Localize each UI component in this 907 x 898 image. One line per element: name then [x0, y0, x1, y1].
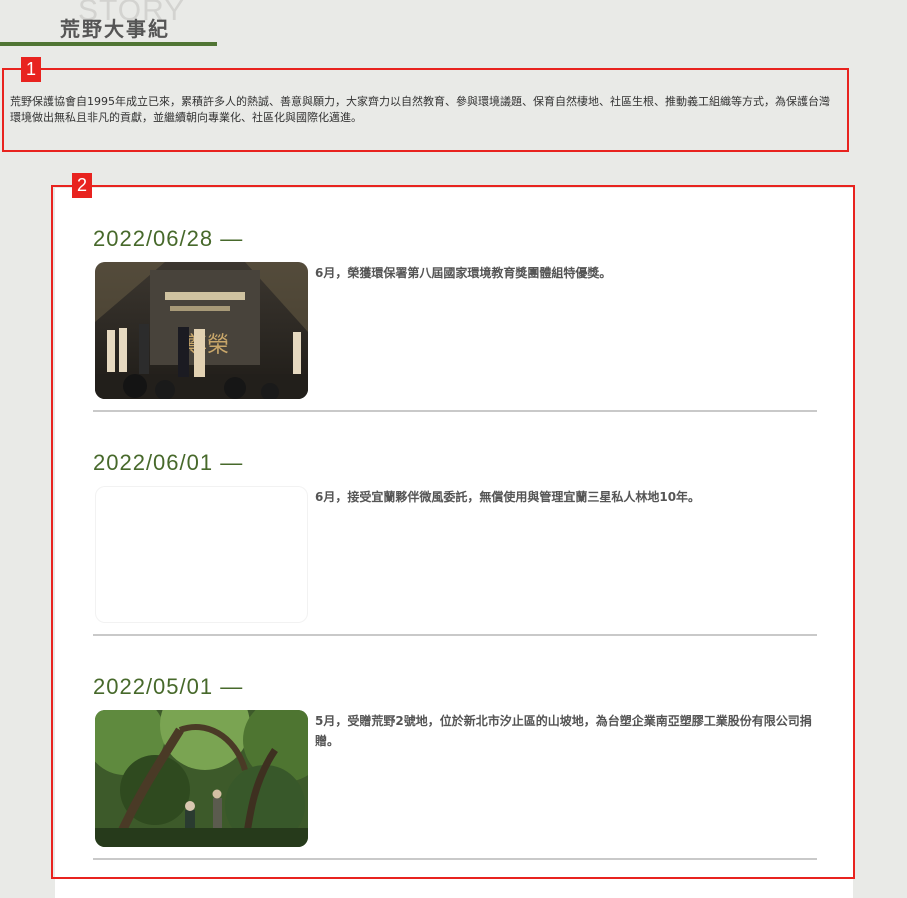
award-ceremony-photo[interactable]: 尊榮	[95, 262, 308, 399]
forest-hike-photo[interactable]	[95, 710, 308, 847]
page-title: 荒野大事紀	[60, 17, 170, 41]
entry-date: 2022/06/28 —	[93, 226, 244, 251]
entry-description: 5月，受贈荒野2號地，位於新北市汐止區的山坡地，為台塑企業南亞塑膠工業股份有限公…	[315, 714, 812, 748]
annotation-badge-1: 1	[21, 57, 41, 82]
section-header: STORY 荒野大事紀	[0, 0, 220, 47]
entry-divider	[93, 858, 817, 860]
intro-paragraph: 荒野保護協會自1995年成立已來，累積許多人的熱誠、善意與願力，大家齊力以自然教…	[10, 95, 830, 124]
entry-date: 2022/05/01 —	[93, 674, 244, 699]
annotation-badge-2: 2	[72, 173, 92, 198]
entry-description: 6月，榮獲環保署第八屆國家環境教育獎團體組特優獎。	[315, 266, 612, 280]
svg-text:尊榮: 尊榮	[185, 333, 229, 358]
entry-date: 2022/06/01 —	[93, 450, 244, 475]
entry-description: 6月，接受宜蘭夥伴微風委託，無償使用與管理宜蘭三星私人林地10年。	[315, 490, 701, 504]
blank-photo[interactable]	[95, 486, 308, 623]
entry-divider	[93, 634, 817, 636]
title-underline	[0, 42, 217, 46]
entry-divider	[93, 410, 817, 412]
